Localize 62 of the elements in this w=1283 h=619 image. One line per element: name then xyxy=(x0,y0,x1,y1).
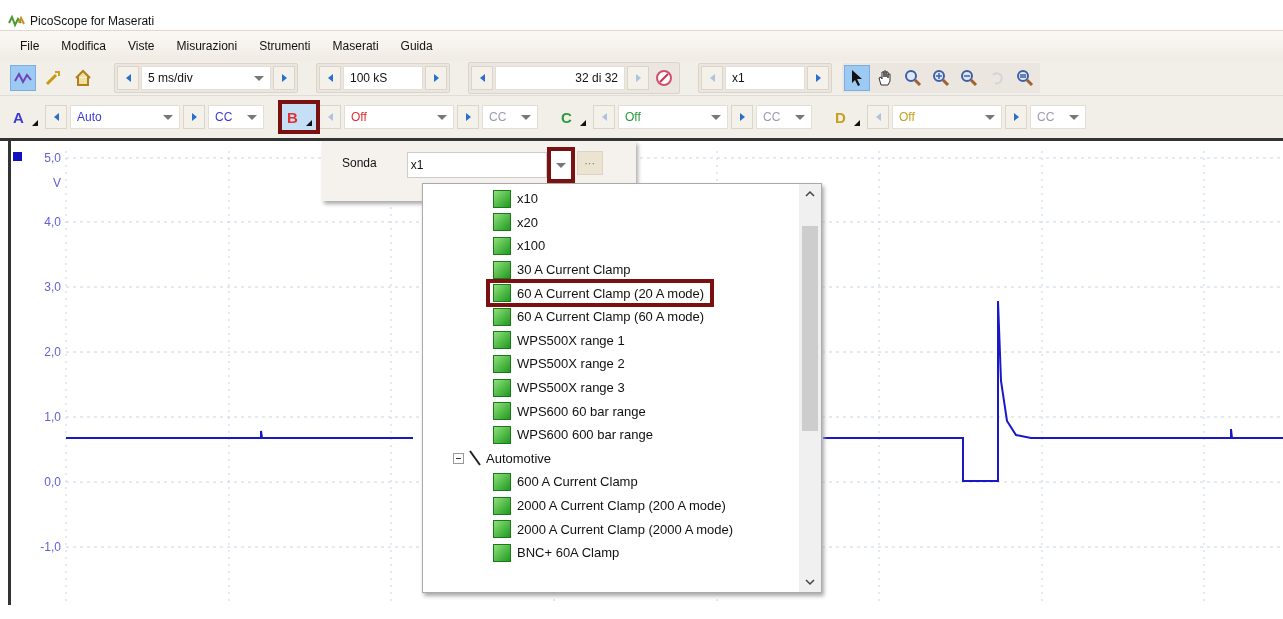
axis-label: 3,0 xyxy=(44,280,61,294)
axis-label: 4,0 xyxy=(44,215,61,229)
next-button[interactable] xyxy=(273,66,295,90)
menu-item[interactable]: File xyxy=(20,39,40,53)
next-button[interactable] xyxy=(457,105,479,129)
previous-button[interactable] xyxy=(319,66,341,90)
menu-item[interactable]: Viste xyxy=(128,39,155,53)
browse-button[interactable]: ··· xyxy=(576,151,603,175)
probe-field[interactable]: x1 xyxy=(406,152,547,178)
scroll-down-icon[interactable] xyxy=(805,579,815,586)
range-dropdown[interactable]: Off xyxy=(618,105,728,129)
coupling-dropdown[interactable]: CC xyxy=(208,105,264,129)
previous-button[interactable] xyxy=(117,66,139,90)
scope-mode-button[interactable] xyxy=(10,65,36,91)
collapse-icon[interactable] xyxy=(453,452,464,464)
compass-icon xyxy=(655,69,673,87)
pointer-icon xyxy=(850,69,864,87)
probe-list-item[interactable]: 60 A Current Clamp (20 A mode) xyxy=(486,279,715,308)
axis-label: 1,0 xyxy=(44,410,61,424)
magnifier-icon xyxy=(932,69,950,87)
scrollbar[interactable] xyxy=(799,184,821,592)
magnifier-icon xyxy=(904,69,922,87)
magnifier-icon xyxy=(1016,69,1034,87)
magnifier-icon xyxy=(960,69,978,87)
menu-item[interactable]: Maserati xyxy=(332,39,379,53)
waveform-icon xyxy=(14,71,32,85)
next-button[interactable] xyxy=(807,66,829,90)
menu-item[interactable]: Strumenti xyxy=(259,39,311,53)
wand-icon xyxy=(44,69,62,87)
dropdown-arrow-button[interactable] xyxy=(546,147,575,183)
buffer-field[interactable]: 32 di 32 xyxy=(495,66,625,90)
menu-item[interactable]: Guida xyxy=(400,39,433,53)
group-label[interactable]: Automotive xyxy=(486,450,552,466)
zoom-field[interactable]: x1 xyxy=(725,66,805,90)
channel-button[interactable]: A xyxy=(8,104,42,130)
probe-icon xyxy=(468,450,482,467)
range-dropdown[interactable]: Off xyxy=(344,105,454,129)
axis-label: 2,0 xyxy=(44,345,61,359)
home-icon xyxy=(74,69,92,87)
previous-button[interactable] xyxy=(45,105,67,129)
next-button[interactable] xyxy=(183,105,205,129)
app-logo-icon xyxy=(8,14,26,28)
timebase-dropdown[interactable]: 5 ms/div xyxy=(141,66,271,90)
hand-icon xyxy=(876,69,894,87)
axis-label: 5,0 xyxy=(44,151,61,165)
previous-button[interactable] xyxy=(319,105,341,129)
next-button[interactable] xyxy=(1005,105,1027,129)
axis-label: 0,0 xyxy=(44,475,61,489)
menu-item[interactable]: Misurazioni xyxy=(176,39,238,53)
channel-marker xyxy=(13,152,22,161)
range-dropdown[interactable]: Auto xyxy=(70,105,180,129)
next-button[interactable] xyxy=(731,105,753,129)
menu-item[interactable]: Modifica xyxy=(61,39,107,53)
window-title: PicoScope for Maserati xyxy=(30,14,155,28)
probe-label: Sonda xyxy=(342,156,377,170)
next-button[interactable] xyxy=(425,66,447,90)
axis-label: -1,0 xyxy=(40,540,61,554)
scroll-up-icon[interactable] xyxy=(805,190,815,197)
pointer-tool-button[interactable] xyxy=(844,65,870,91)
samples-field[interactable]: 100 kS xyxy=(343,66,423,90)
previous-button[interactable] xyxy=(471,66,493,90)
unit-label: V xyxy=(53,176,61,190)
